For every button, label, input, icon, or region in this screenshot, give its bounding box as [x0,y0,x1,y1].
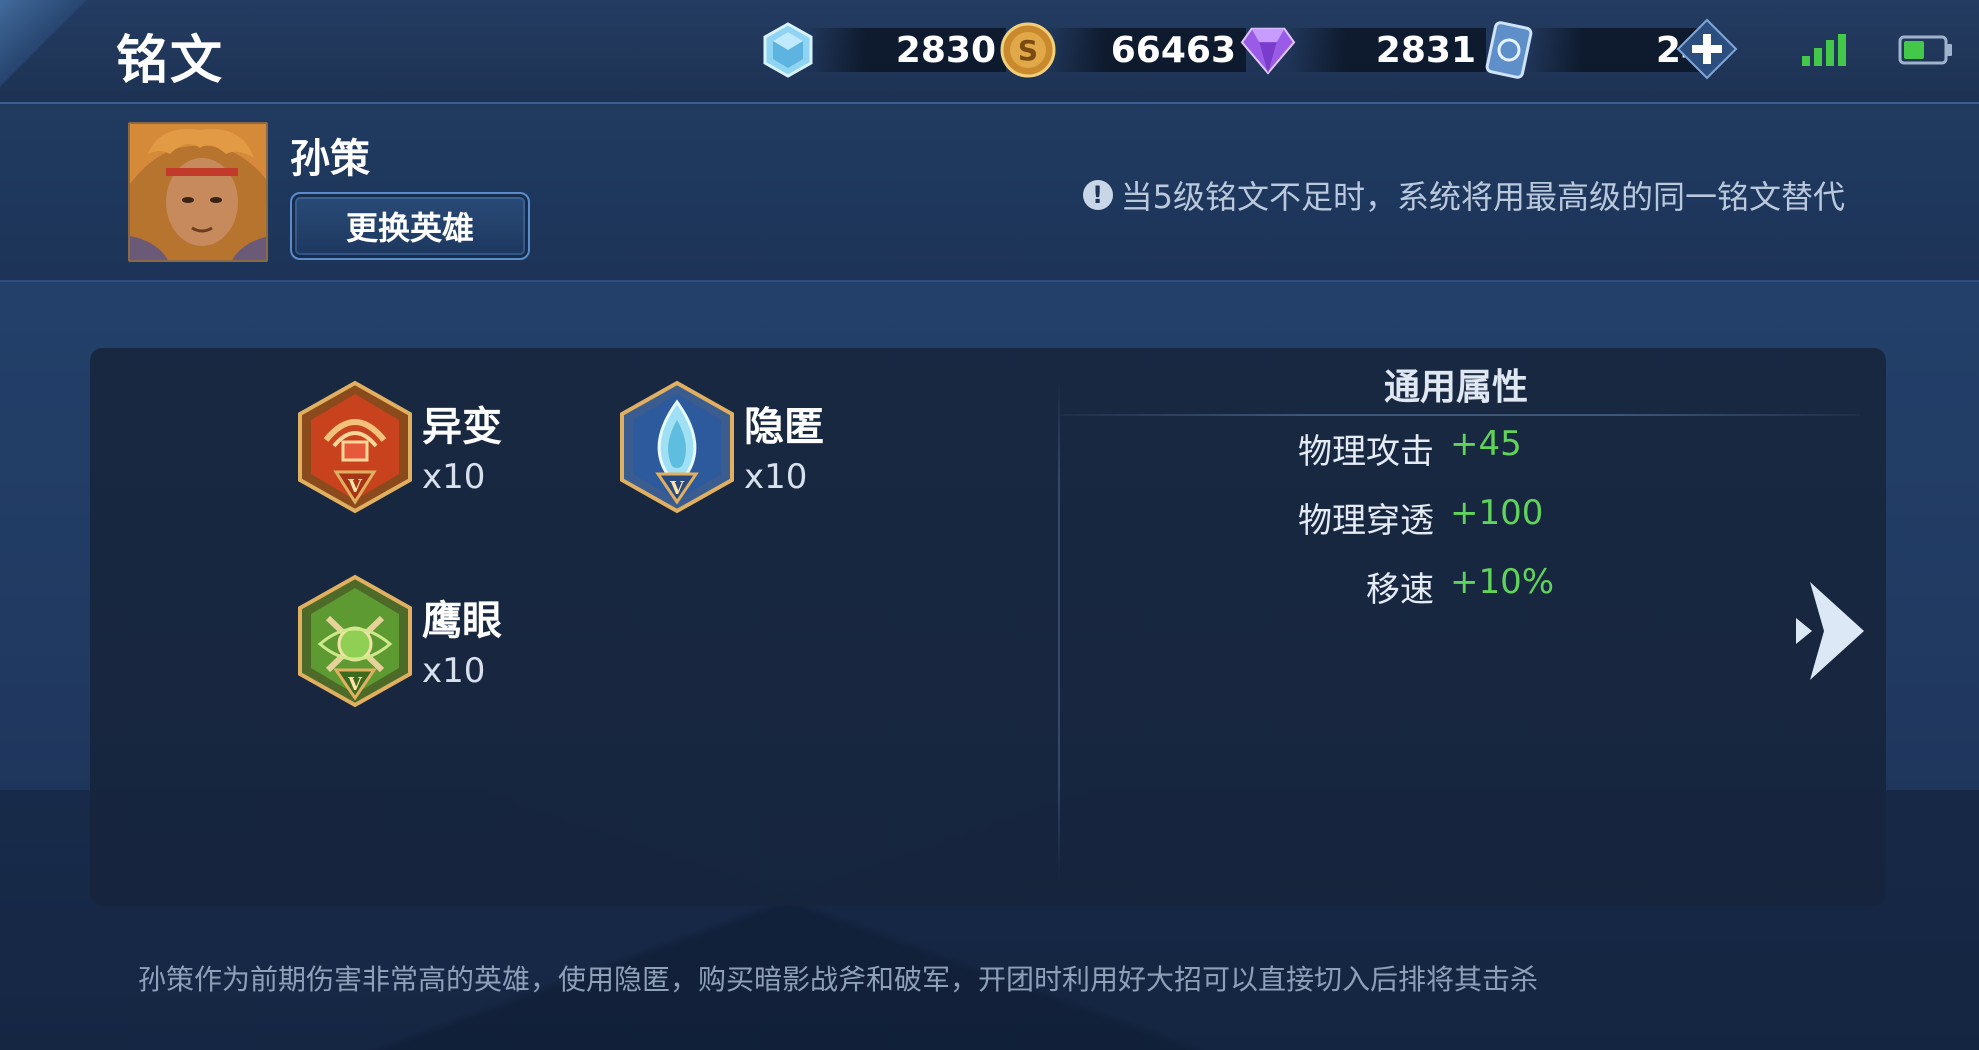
red-rune-icon: V [298,380,412,514]
page-title: 铭文 [116,31,225,91]
hero-avatar-image [130,124,266,260]
attribute-name: 物理穿透 [1298,501,1434,541]
hero-description: 孙策作为前期伤害非常高的英雄，使用隐匿，购买暗影战斧和破军，开团时利用好大招可以… [138,963,1539,996]
signal-icon [1802,34,1846,66]
attribute-value: +10% [1450,562,1555,602]
rune-name: 隐匿 [744,404,824,450]
hero-portrait[interactable] [128,122,268,262]
rune-item[interactable]: V 隐匿 x10 [618,380,824,514]
add-currency-button[interactable] [1676,18,1738,80]
top-bar: 铭文 2830 S 66463 2831 [0,0,1979,104]
notice: ! 当5级铭文不足时，系统将用最高级的同一铭文替代 [1082,172,1845,218]
diamond-count: 2830 [806,28,1006,72]
blue-rune-icon: V [620,380,734,514]
rune-name: 鹰眼 [422,598,502,644]
rune-item[interactable]: V 异变 x10 [296,380,502,514]
rune-panel: V 异变 x10 V 隐匿 x10 V 鹰眼 x10 通用属性 物理攻击 +45… [90,348,1886,906]
diamond-icon [760,22,816,78]
attributes-title: 通用属性 [1383,367,1528,408]
currency-gem: 2831 [1240,22,1486,78]
attribute-value: +45 [1450,424,1522,464]
warning-icon: ! [1082,180,1113,210]
attribute-row: 物理穿透 +100 [1058,493,1854,543]
notice-text: 当5级铭文不足时，系统将用最高级的同一铭文替代 [1120,178,1845,216]
hero-strip: 孙策 更换英雄 ! 当5级铭文不足时，系统将用最高级的同一铭文替代 [0,106,1979,282]
attribute-value: +100 [1450,493,1544,533]
hero-name: 孙策 [290,136,370,182]
battery-icon [1898,35,1952,65]
topbar-corner-decoration [0,0,110,104]
svg-text:S: S [1018,34,1038,67]
attribute-name: 移速 [1366,570,1434,610]
svg-text:V: V [347,674,363,695]
change-hero-button[interactable]: 更换英雄 [290,192,530,260]
rune-item[interactable]: V 鹰眼 x10 [296,574,502,708]
currency-diamond: 2830 [760,22,1006,78]
attribute-name: 物理攻击 [1298,432,1434,472]
rune-count: x10 [422,457,486,497]
purple-gem-icon [1240,22,1296,78]
green-rune-icon: V [298,574,412,708]
rune-count: x10 [744,457,808,497]
gem-count: 2831 [1286,28,1486,72]
svg-text:V: V [669,478,685,499]
attributes-divider [1060,414,1860,416]
ticket-card-icon [1480,21,1536,79]
currency-gold: S 66463 [1000,22,1246,78]
gold-count: 66463 [1046,28,1246,72]
attribute-row: 物理攻击 +45 [1058,424,1854,474]
rune-count: x10 [422,651,486,691]
svg-text:V: V [347,476,363,497]
gold-coin-icon: S [1000,22,1056,78]
plus-icon [1676,18,1738,80]
rune-name: 异变 [422,404,502,450]
attribute-row: 移速 +10% [1058,562,1854,612]
next-arrow-button[interactable] [1790,576,1870,686]
